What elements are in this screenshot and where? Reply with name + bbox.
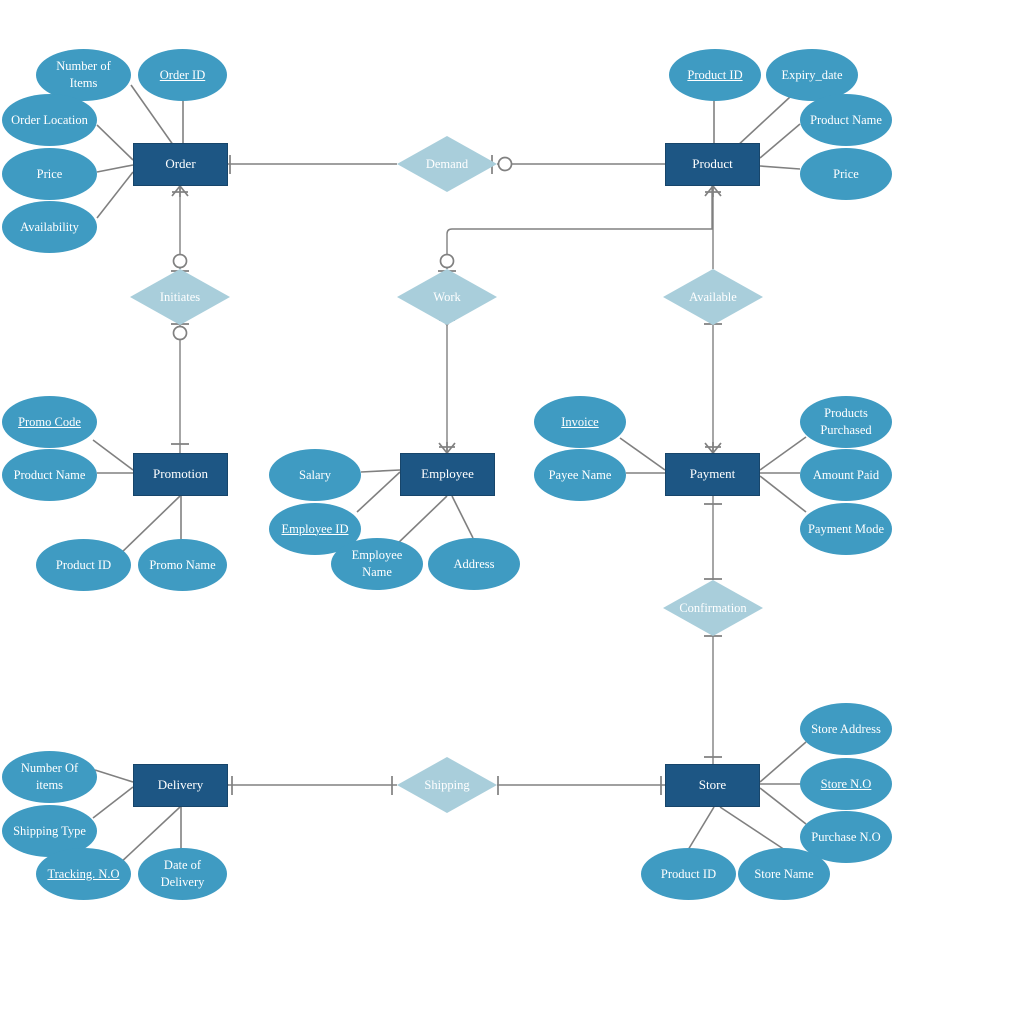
entity-label: Store	[698, 777, 727, 793]
attribute-store-store-no[interactable]: Store N.O	[800, 758, 892, 810]
er-diagram-canvas: Order Product Promotion Employee Payment Deli…	[0, 0, 1024, 1010]
relationship-label: Available	[689, 289, 737, 304]
entity-store[interactable]: Store	[665, 764, 760, 807]
attribute-order-order-location[interactable]: Order Location	[2, 94, 97, 146]
attribute-label: Payee Name	[548, 467, 612, 482]
attribute-label: Tracking. N.O	[47, 866, 120, 881]
relationship-initiates[interactable]: Initiates	[130, 269, 230, 325]
relationship-label-wrap: Demand	[397, 136, 497, 192]
attribute-label: Employee Name	[351, 548, 403, 579]
attribute-label: Product Name	[810, 112, 882, 127]
entity-delivery[interactable]: Delivery	[133, 764, 228, 807]
attribute-label: Price	[833, 166, 859, 181]
attribute-order-order-id[interactable]: Order ID	[138, 49, 227, 101]
attribute-label: Availability	[20, 219, 79, 234]
relationship-label: Shipping	[424, 777, 470, 792]
relationship-demand[interactable]: Demand	[397, 136, 497, 192]
attribute-label: Price	[36, 166, 63, 181]
relationship-confirmation[interactable]: Confirmation	[663, 580, 763, 636]
attribute-store-store-name[interactable]: Store Name	[738, 848, 830, 900]
attribute-order-availability[interactable]: Availability	[2, 201, 97, 253]
attribute-label: Products Purchased	[820, 406, 872, 437]
relationship-label: Work	[433, 289, 461, 304]
attribute-promotion-promo-name[interactable]: Promo Name	[138, 539, 227, 591]
attribute-label: Date of Delivery	[160, 858, 205, 889]
relationship-work[interactable]: Work	[397, 269, 497, 325]
attribute-label: Amount Paid	[812, 467, 880, 482]
attribute-delivery-date-of-delivery[interactable]: Date of Delivery	[138, 848, 227, 900]
attribute-label: Product ID	[687, 67, 743, 82]
attribute-label: Promo Code	[18, 414, 81, 429]
attribute-label: Product ID	[660, 866, 717, 881]
attribute-label: Invoice	[561, 414, 599, 429]
entity-label: Order	[165, 156, 196, 172]
attribute-promotion-product-name[interactable]: Product Name	[2, 449, 97, 501]
attribute-label: Store Name	[754, 866, 814, 881]
attribute-label: Shipping Type	[13, 823, 86, 838]
attribute-delivery-tracking-no[interactable]: Tracking. N.O	[36, 848, 131, 900]
entity-payment[interactable]: Payment	[665, 453, 760, 496]
attribute-label: Purchase N.O	[811, 829, 881, 844]
attribute-promotion-promo-code[interactable]: Promo Code	[2, 396, 97, 448]
attribute-label: Number Of items	[20, 761, 79, 792]
entity-label: Employee	[421, 466, 474, 482]
attribute-payment-payment-mode[interactable]: Payment Mode	[800, 503, 892, 555]
attribute-delivery-number-of-items[interactable]: Number Of items	[2, 751, 97, 803]
attribute-label: Product ID	[55, 557, 112, 572]
entity-order[interactable]: Order	[133, 143, 228, 186]
relationship-label-wrap: Shipping	[397, 757, 497, 813]
attribute-order-price[interactable]: Price	[2, 148, 97, 200]
attribute-payment-amount-paid[interactable]: Amount Paid	[800, 449, 892, 501]
attribute-label: Salary	[299, 467, 331, 482]
relationship-label: Demand	[425, 156, 469, 171]
attribute-label: Order Location	[11, 112, 88, 127]
entity-label: Payment	[689, 466, 736, 482]
entity-employee[interactable]: Employee	[400, 453, 495, 496]
entity-product[interactable]: Product	[665, 143, 760, 186]
relationship-label-wrap: Confirmation	[663, 580, 763, 636]
entity-label: Promotion	[153, 466, 208, 482]
relationship-available[interactable]: Available	[663, 269, 763, 325]
attribute-label: Payment Mode	[807, 521, 885, 536]
attribute-label: Product Name	[13, 467, 86, 482]
attribute-label: Address	[453, 556, 495, 571]
attribute-label: Order ID	[159, 67, 206, 82]
attribute-employee-salary[interactable]: Salary	[269, 449, 361, 501]
attribute-promotion-product-id[interactable]: Product ID	[36, 539, 131, 591]
attribute-label: Number of Items	[56, 59, 111, 90]
attribute-payment-products-purchased[interactable]: Products Purchased	[800, 396, 892, 448]
attribute-employee-employee-name[interactable]: Employee Name	[331, 538, 423, 590]
attribute-store-product-id[interactable]: Product ID	[641, 848, 736, 900]
relationship-label-wrap: Available	[663, 269, 763, 325]
attribute-payment-invoice[interactable]: Invoice	[534, 396, 626, 448]
attribute-payment-payee-name[interactable]: Payee Name	[534, 449, 626, 501]
attribute-label: Store Address	[811, 721, 881, 736]
attribute-product-price[interactable]: Price	[800, 148, 892, 200]
entity-label: Product	[692, 156, 733, 172]
relationship-label: Initiates	[159, 289, 201, 304]
attribute-label: Expiry_date	[781, 67, 843, 82]
relationship-label-wrap: Work	[397, 269, 497, 325]
attribute-product-product-id[interactable]: Product ID	[669, 49, 761, 101]
attribute-employee-address[interactable]: Address	[428, 538, 520, 590]
relationship-label: Confirmation	[679, 600, 747, 615]
entity-promotion[interactable]: Promotion	[133, 453, 228, 496]
entity-label: Delivery	[157, 777, 204, 793]
attribute-label: Store N.O	[820, 776, 872, 791]
relationship-shipping[interactable]: Shipping	[397, 757, 497, 813]
attribute-label: Promo Name	[149, 557, 216, 572]
attribute-product-product-name[interactable]: Product Name	[800, 94, 892, 146]
attribute-store-store-address[interactable]: Store Address	[800, 703, 892, 755]
attribute-label: Employee ID	[281, 521, 349, 536]
relationship-label-wrap: Initiates	[130, 269, 230, 325]
